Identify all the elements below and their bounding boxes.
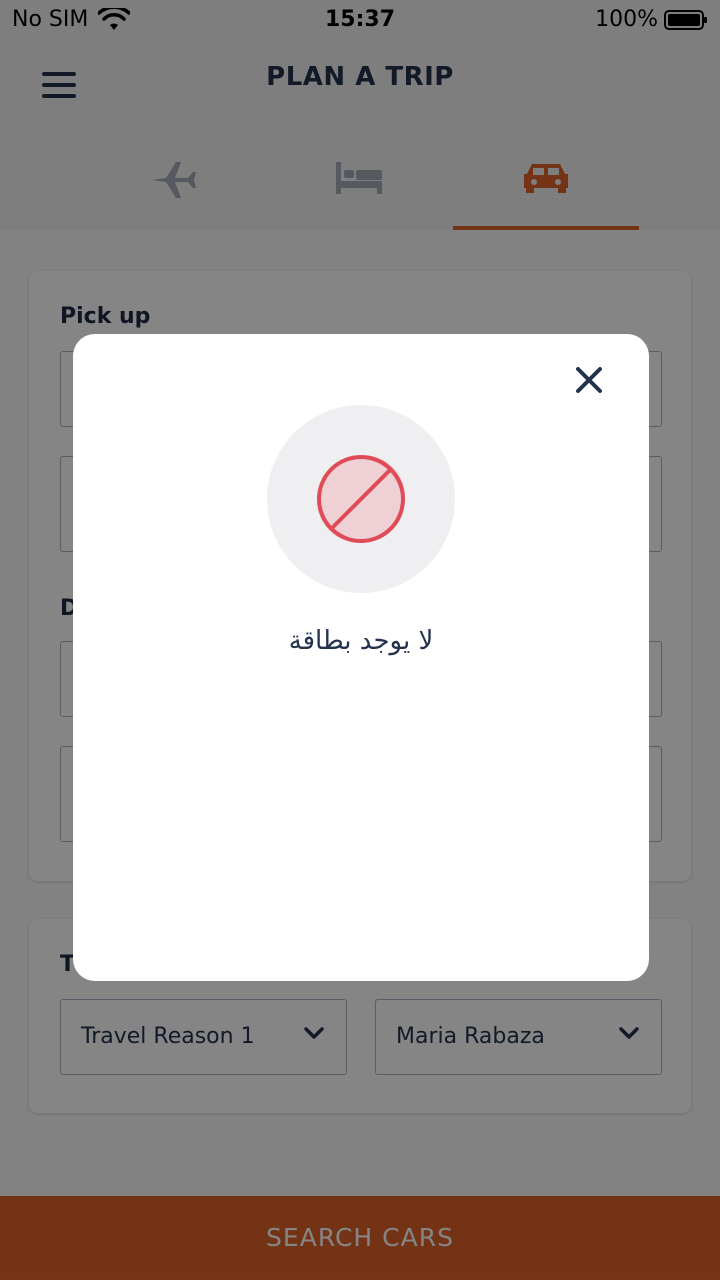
blocked-icon-badge [267,405,455,593]
blocked-icon [317,455,405,543]
error-modal: لا يوجد بطاقة [73,334,649,981]
modal-message: لا يوجد بطاقة [288,626,434,656]
close-icon[interactable] [575,366,603,394]
